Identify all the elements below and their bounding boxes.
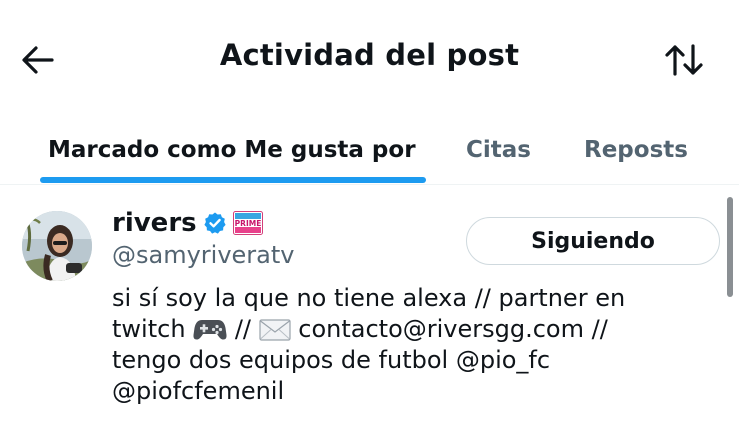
scrollbar[interactable] [727,197,733,297]
user-list-item[interactable]: rivers PRIME @samyriveratv Siguiendo si … [0,185,739,442]
prime-badge-icon: PRIME [232,211,263,235]
name-line: rivers PRIME [112,205,263,241]
handle: @samyriveratv [112,241,295,269]
game-controller-icon [193,320,227,340]
display-name[interactable]: rivers [112,208,197,238]
bio-line-2b: // [234,315,251,343]
tab-reposts-label: Reposts [584,137,688,163]
sort-arrows-icon [665,44,703,76]
envelope-icon [259,319,291,341]
avatar[interactable] [22,211,92,281]
tab-likes-label: Marcado como Me gusta por [48,137,416,163]
top-bar: Actividad del post [0,0,739,115]
tab-quotes[interactable]: Citas [466,115,531,185]
svg-text:PRIME: PRIME [234,219,261,228]
bio-line-1: si sí soy la que no tiene alexa // partn… [112,284,626,312]
tab-reposts[interactable]: Reposts [584,115,688,185]
tab-likes[interactable]: Marcado como Me gusta por [48,115,416,185]
verified-badge-icon [204,212,226,234]
sort-button[interactable] [656,36,712,84]
bio: si sí soy la que no tiene alexa // partn… [112,283,702,407]
tab-quotes-label: Citas [466,137,531,163]
tab-bar: Marcado como Me gusta por Citas Reposts [0,115,739,185]
active-tab-indicator [40,177,426,183]
following-button[interactable]: Siguiendo [466,217,720,265]
following-button-label: Siguiendo [531,228,655,254]
bio-line-2c: contacto@riversgg.com // [298,315,608,343]
bio-line-4: @piofcfemenil [112,377,285,405]
bio-line-3: tengo dos equipos de futbol @pio_fc [112,346,551,374]
page-title: Actividad del post [219,38,520,72]
bio-line-2a: twitch [112,315,186,343]
